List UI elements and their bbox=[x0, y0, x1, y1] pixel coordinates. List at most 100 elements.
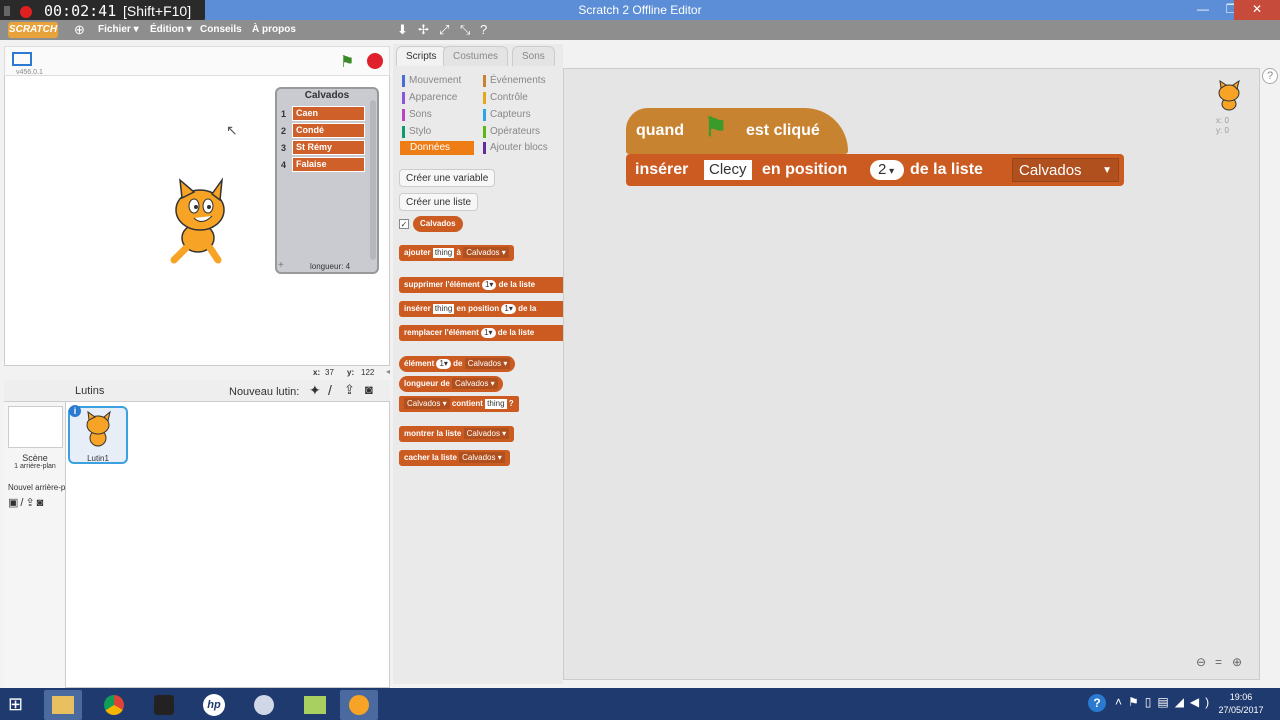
globe-icon[interactable]: ⊕ bbox=[74, 22, 85, 38]
cat-sprite[interactable] bbox=[156, 176, 240, 264]
recorder-shortcut: [Shift+F10] bbox=[123, 3, 192, 19]
position-input[interactable]: 2 ▾ bbox=[870, 160, 904, 180]
help-button[interactable]: ? bbox=[1262, 68, 1278, 84]
category-sensing[interactable]: Capteurs bbox=[483, 108, 531, 122]
hat-word-clicked: est cliqué bbox=[746, 122, 820, 139]
sprites-title: Lutins bbox=[75, 385, 105, 397]
help-tool-icon[interactable]: ? bbox=[480, 22, 487, 38]
value-input[interactable]: Clecy bbox=[704, 160, 752, 180]
list-index: 1 bbox=[281, 109, 287, 119]
mouse-x: 37 bbox=[325, 368, 334, 377]
mouse-y: 122 bbox=[361, 368, 375, 377]
menu-edit[interactable]: Édition ▾ bbox=[150, 22, 192, 38]
category-control[interactable]: Contrôle bbox=[483, 91, 528, 105]
list-reporter-block[interactable]: Calvados bbox=[413, 216, 463, 232]
stop-icon[interactable] bbox=[367, 53, 383, 69]
word-insert: insérer bbox=[635, 161, 689, 178]
version-label: v456.0.1 bbox=[16, 69, 43, 76]
menu-tips[interactable]: Conseils bbox=[200, 22, 242, 38]
folder-icon[interactable] bbox=[296, 690, 334, 720]
list-contains-block[interactable]: Calvados ▾ contient thing ? bbox=[399, 396, 519, 412]
category-sound[interactable]: Sons bbox=[402, 108, 432, 122]
mouse-cursor-icon: ↖ bbox=[226, 122, 238, 138]
stage-header bbox=[4, 46, 390, 76]
show-list-block[interactable]: montrer la liste Calvados ▾ bbox=[399, 426, 515, 442]
scene-label: Scène bbox=[22, 453, 48, 463]
category-data[interactable]: Données bbox=[400, 141, 474, 155]
windows-start-icon[interactable]: ⊞ bbox=[8, 694, 23, 715]
list-item[interactable]: St Rémy bbox=[292, 140, 365, 155]
category-looks[interactable]: Apparence bbox=[402, 91, 457, 105]
minimize-button[interactable]: — bbox=[1190, 0, 1216, 20]
replace-in-list-block[interactable]: remplacer l'élément 1▾ de la liste bbox=[399, 325, 563, 341]
insert-in-list-script-block[interactable]: insérer Clecy en position 2 ▾ de la list… bbox=[626, 154, 1124, 186]
new-sprite-label: Nouveau lutin: bbox=[229, 386, 300, 398]
close-button[interactable]: ✕ bbox=[1234, 0, 1280, 20]
list-item[interactable]: Condé bbox=[292, 123, 365, 138]
word-of-list: de la liste bbox=[910, 161, 983, 178]
hide-list-block[interactable]: cacher la liste Calvados ▾ bbox=[399, 450, 510, 466]
green-flag-icon: ⚑ bbox=[704, 112, 728, 142]
list-item[interactable]: Caen bbox=[292, 106, 365, 121]
paint-sprite-icon[interactable]: / bbox=[328, 382, 332, 398]
grow-tool-icon[interactable]: ⤢ bbox=[439, 22, 449, 38]
clock-time[interactable]: 19:06 bbox=[1216, 692, 1266, 702]
sprite-x: x: 0 bbox=[1216, 116, 1229, 125]
chrome-icon[interactable] bbox=[96, 690, 134, 720]
scene-thumbnail[interactable] bbox=[8, 406, 63, 448]
collapse-arrow-icon[interactable]: ◂ bbox=[386, 367, 390, 376]
list-monitor-title: Calvados bbox=[304, 90, 350, 101]
tab-scripts[interactable]: Scripts bbox=[396, 46, 447, 66]
delete-tool-icon[interactable]: ✢ bbox=[418, 22, 429, 38]
when-flag-clicked-block[interactable]: quand ⚑ est cliqué bbox=[626, 108, 848, 154]
hp-icon[interactable]: hp bbox=[196, 690, 234, 720]
tab-sounds[interactable]: Sons bbox=[512, 46, 555, 66]
hat-word-when: quand bbox=[636, 122, 684, 139]
insert-in-list-block[interactable]: insérer thing en position 1▾ de la bbox=[399, 301, 563, 317]
tab-costumes[interactable]: Costumes bbox=[443, 46, 509, 66]
category-motion[interactable]: Mouvement bbox=[402, 74, 461, 88]
list-add-button[interactable]: + bbox=[278, 260, 284, 271]
category-more-blocks[interactable]: Ajouter blocs bbox=[483, 141, 548, 155]
menu-bar bbox=[0, 20, 1280, 40]
length-of-list-block[interactable]: longueur de Calvados ▾ bbox=[399, 376, 503, 392]
list-dropdown[interactable]: Calvados ▼ bbox=[1012, 158, 1119, 182]
list-scrollbar[interactable] bbox=[370, 100, 376, 260]
file-explorer-icon[interactable] bbox=[44, 690, 82, 720]
list-length: longueur: 4 bbox=[309, 262, 351, 271]
mouse-y-label: y: bbox=[347, 368, 355, 377]
clock-date[interactable]: 27/05/2017 bbox=[1212, 705, 1270, 715]
list-item[interactable]: Falaise bbox=[292, 157, 365, 172]
item-of-list-block[interactable]: élément 1▾ de Calvados ▾ bbox=[399, 356, 516, 372]
sprite-library-icon[interactable]: ✦ bbox=[309, 382, 321, 399]
upload-sprite-icon[interactable]: ⇪ bbox=[344, 382, 355, 398]
delete-from-list-block[interactable]: supprimer l'élément 1▾ de la liste bbox=[399, 277, 563, 293]
list-index: 4 bbox=[281, 160, 287, 170]
backdrop-icons[interactable]: ▣/⇪◙ bbox=[8, 496, 45, 509]
camera-sprite-icon[interactable]: ◙ bbox=[365, 382, 373, 397]
zoom-out-icon[interactable]: ⊖ bbox=[1196, 655, 1206, 669]
word-position: en position bbox=[762, 161, 848, 178]
category-events[interactable]: Événements bbox=[483, 74, 546, 88]
menu-file[interactable]: Fichier ▾ bbox=[98, 22, 139, 38]
make-list-button[interactable]: Créer une liste bbox=[399, 193, 479, 211]
recorder-app-icon[interactable] bbox=[146, 690, 184, 720]
category-operators[interactable]: Opérateurs bbox=[483, 125, 540, 139]
fullscreen-icon[interactable] bbox=[12, 52, 32, 66]
make-variable-button[interactable]: Créer une variable bbox=[399, 169, 496, 187]
green-flag-icon[interactable]: ⚑ bbox=[340, 52, 354, 72]
shrink-tool-icon[interactable]: ⤡ bbox=[460, 22, 470, 38]
app-icon[interactable] bbox=[246, 690, 284, 720]
category-pen[interactable]: Stylo bbox=[402, 125, 431, 139]
scratch-taskbar-icon[interactable] bbox=[340, 690, 378, 720]
recorder-overlay: 00:02:41 [Shift+F10] bbox=[0, 0, 205, 22]
zoom-in-icon[interactable]: ⊕ bbox=[1232, 655, 1242, 669]
menu-about[interactable]: À propos bbox=[252, 22, 296, 38]
mouse-x-label: x: bbox=[313, 368, 321, 377]
duplicate-tool-icon[interactable]: ⬇ bbox=[397, 22, 408, 38]
add-to-list-block[interactable]: ajouter thing à Calvados ▾ bbox=[399, 245, 514, 261]
system-tray-icons[interactable]: ˄⚑▯▤◢◀) bbox=[1115, 695, 1215, 709]
help-tray-icon[interactable]: ? bbox=[1088, 694, 1106, 712]
zoom-reset-icon[interactable]: = bbox=[1215, 655, 1222, 669]
list-checkbox[interactable]: ✓ bbox=[399, 219, 409, 229]
